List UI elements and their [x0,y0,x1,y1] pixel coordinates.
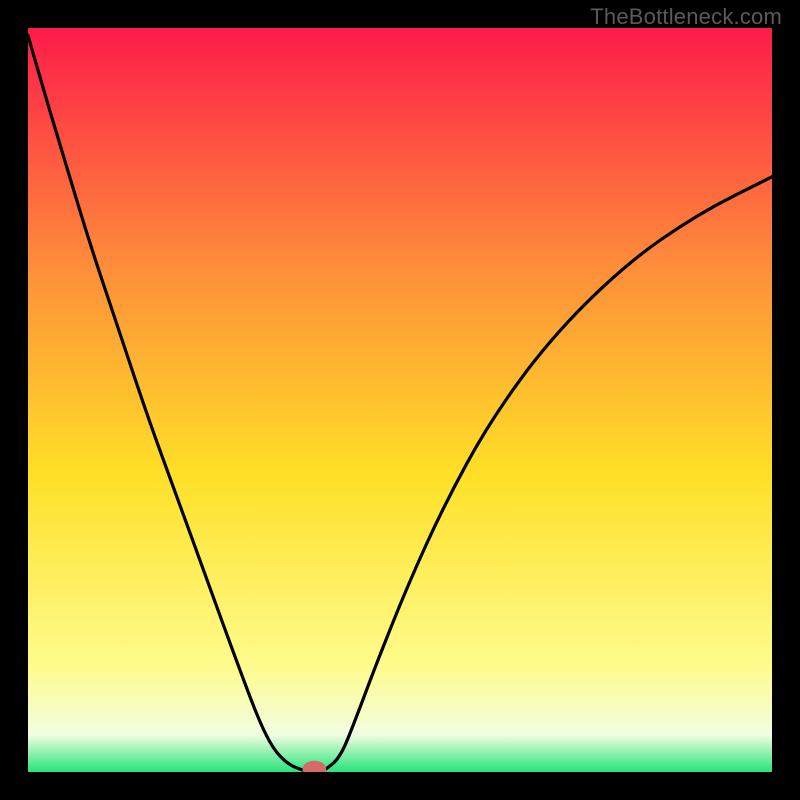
watermark-text: TheBottleneck.com [590,4,782,30]
plot-area [28,28,772,772]
chart-frame: TheBottleneck.com [0,0,800,800]
gradient-background [28,28,772,772]
plot-svg [28,28,772,772]
